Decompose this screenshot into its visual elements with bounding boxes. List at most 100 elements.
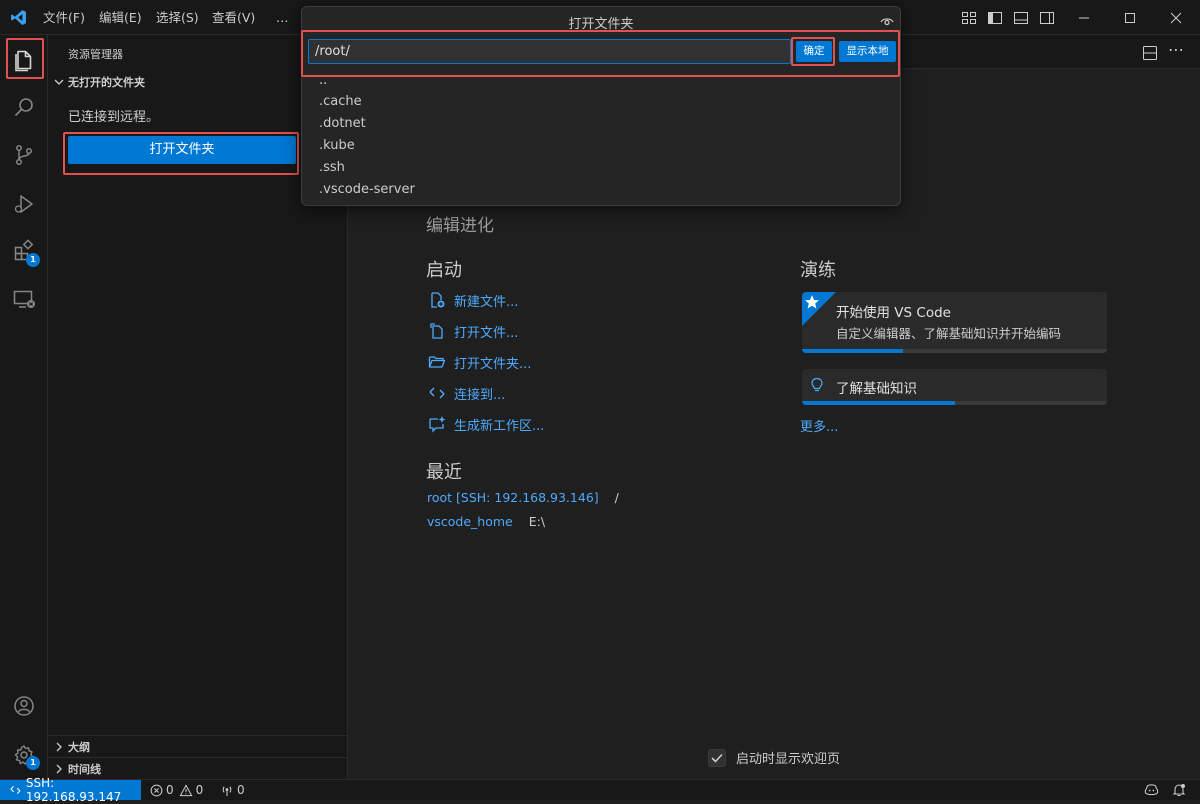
highlight-open-folder — [63, 132, 299, 175]
card-title: 了解基础知识 — [836, 381, 917, 397]
menu-selection[interactable]: 选择(S) — [156, 0, 199, 35]
folder-list-item[interactable]: .kube — [319, 138, 355, 153]
welcome-subtitle: 编辑进化 — [426, 216, 494, 236]
chevron-right-icon — [56, 742, 62, 751]
chevron-down-icon — [54, 79, 64, 85]
customize-layout-icon[interactable] — [961, 10, 977, 26]
minimize-icon[interactable] — [1077, 11, 1091, 25]
menu-more[interactable]: … — [276, 0, 289, 35]
warning-icon — [179, 783, 193, 796]
copilot-icon[interactable] — [1144, 783, 1159, 797]
remote-icon — [10, 786, 21, 794]
split-editor-icon[interactable] — [1142, 45, 1158, 61]
more-walkthroughs-link[interactable]: 更多... — [800, 416, 838, 435]
close-window-icon[interactable] — [1169, 11, 1183, 25]
recent-item[interactable]: root [SSH: 192.168.93.146] / — [427, 490, 619, 505]
new-workspace-label: 生成新工作区... — [454, 418, 545, 434]
maximize-icon[interactable] — [1123, 11, 1137, 25]
ports-indicator[interactable]: 0 — [220, 780, 245, 800]
menu-view[interactable]: 查看(V) — [212, 0, 255, 35]
lightbulb-icon — [811, 377, 823, 392]
show-on-startup-label: 启动时显示欢迎页 — [736, 752, 841, 767]
new-file-icon — [431, 292, 445, 308]
connect-to-label: 连接到... — [454, 387, 506, 403]
folder-list-item[interactable]: .cache — [319, 94, 362, 109]
warning-count: 0 — [195, 783, 204, 797]
toggle-secondary-sidebar-icon[interactable] — [1039, 10, 1055, 26]
recent-item-path: E:\ — [528, 514, 546, 529]
problems-indicator[interactable]: 0 0 — [150, 780, 203, 800]
recent-item-path: / — [614, 490, 619, 505]
more-actions-icon[interactable]: ⋯ — [1168, 40, 1184, 59]
recent-item-name: vscode_home — [427, 514, 513, 529]
remote-explorer-icon — [13, 290, 35, 308]
sparkle-workspace-icon — [429, 416, 446, 433]
account-icon — [14, 696, 34, 716]
progress-track — [802, 349, 1107, 353]
chevron-right-icon — [56, 764, 62, 773]
recent-item-name: root [SSH: 192.168.93.146] — [427, 490, 599, 505]
error-count: 0 — [166, 783, 174, 797]
folder-list-item[interactable]: .vscode-server — [319, 182, 415, 197]
remote-connect-icon — [429, 387, 445, 399]
status-bar: SSH: 192.168.93.147 0 0 0 — [0, 776, 1200, 804]
toggle-primary-sidebar-icon[interactable] — [987, 10, 1003, 26]
start-heading: 启动 — [426, 260, 462, 281]
run-debug-activity[interactable] — [0, 180, 48, 228]
vscode-logo-icon — [11, 10, 26, 25]
eye-icon[interactable] — [880, 14, 894, 28]
highlight-ok-button — [791, 37, 835, 66]
folder-list-item[interactable]: .ssh — [319, 160, 345, 175]
sidebar-title: 资源管理器 — [68, 48, 123, 61]
walkthrough-card-get-started[interactable]: 开始使用 VS Code 自定义编辑器、了解基础知识并开始编码 — [802, 292, 1107, 353]
accounts-activity[interactable] — [0, 682, 48, 730]
checkbox-checked-icon — [708, 748, 726, 767]
show-on-startup-checkbox[interactable]: 启动时显示欢迎页 — [708, 748, 840, 767]
manage-activity[interactable]: 1 — [0, 731, 48, 779]
ports-count: 0 — [237, 783, 245, 797]
open-file-label: 打开文件... — [454, 325, 519, 341]
walkthroughs-heading: 演练 — [800, 260, 836, 281]
broadcast-icon — [222, 785, 232, 796]
progress-fill — [802, 349, 903, 353]
remote-indicator[interactable]: SSH: 192.168.93.147 — [0, 776, 141, 804]
timeline-label: 时间线 — [68, 762, 101, 776]
highlight-explorer — [6, 38, 44, 79]
open-folder-link[interactable]: 打开文件夹... — [428, 352, 531, 372]
search-activity[interactable] — [0, 83, 48, 131]
progress-fill — [802, 401, 955, 405]
section-label: 无打开的文件夹 — [68, 76, 145, 89]
toggle-panel-icon[interactable] — [1013, 10, 1029, 26]
notifications-bell-icon[interactable] — [1172, 783, 1186, 797]
menu-edit[interactable]: 编辑(E) — [99, 0, 142, 35]
search-icon — [14, 98, 33, 117]
source-control-icon — [15, 144, 33, 166]
new-file-label: 新建文件... — [454, 294, 519, 310]
extensions-badge: 1 — [26, 253, 40, 267]
outline-label: 大纲 — [68, 740, 90, 754]
open-file-icon — [430, 323, 443, 339]
outline-section-header[interactable]: 大纲 — [48, 735, 347, 757]
card-description: 自定义编辑器、了解基础知识并开始编码 — [836, 326, 1062, 341]
settings-badge: 1 — [26, 756, 40, 770]
recent-item[interactable]: vscode_home E:\ — [427, 514, 545, 529]
source-control-activity[interactable] — [0, 131, 48, 179]
new-file-link[interactable]: 新建文件... — [428, 290, 518, 310]
folder-icon — [428, 356, 446, 368]
connect-to-link[interactable]: 连接到... — [428, 383, 505, 403]
progress-track — [802, 401, 1107, 405]
featured-star-icon — [802, 292, 836, 326]
walkthrough-card-fundamentals[interactable]: 了解基础知识 — [802, 369, 1107, 405]
connected-message: 已连接到远程。 — [68, 110, 160, 125]
open-file-link[interactable]: 打开文件... — [428, 321, 518, 341]
remote-explorer-activity[interactable] — [0, 275, 48, 323]
open-folder-label: 打开文件夹... — [454, 356, 532, 372]
new-workspace-link[interactable]: 生成新工作区... — [428, 414, 544, 434]
activity-bar: 1 1 — [0, 35, 48, 779]
card-title: 开始使用 VS Code — [836, 305, 951, 321]
folder-list-item[interactable]: .dotnet — [319, 116, 366, 131]
error-icon — [150, 784, 163, 796]
menu-file[interactable]: 文件(F) — [43, 0, 85, 35]
run-debug-icon — [14, 195, 33, 213]
extensions-activity[interactable]: 1 — [0, 227, 48, 275]
